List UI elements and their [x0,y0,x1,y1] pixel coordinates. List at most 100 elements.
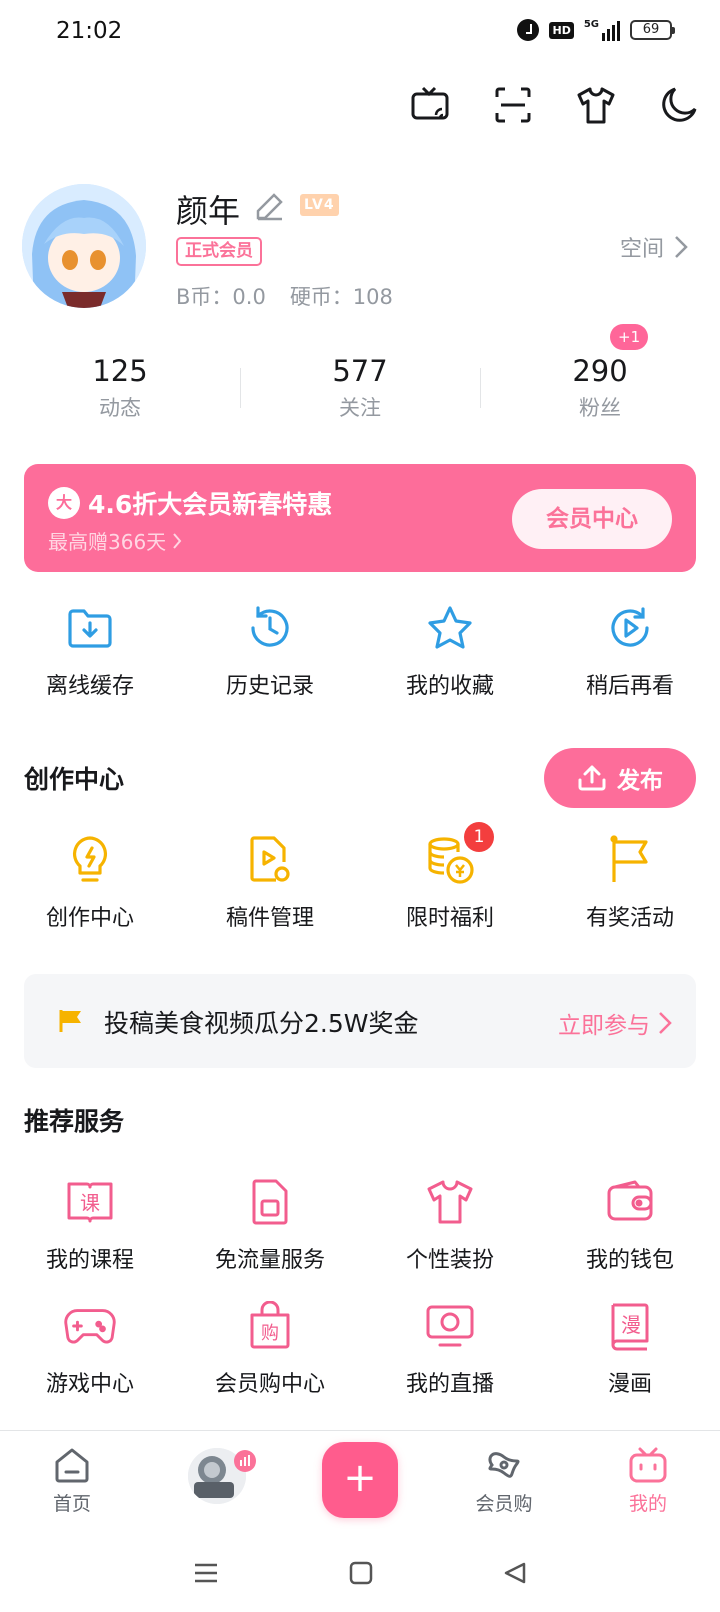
vip-banner-subtitle: 最高赠366天 [48,526,182,555]
history-label: 历史记录 [225,674,314,699]
coin-balance: 硬币：108 [289,285,393,309]
nav-mall[interactable]: 会员购 [432,1431,576,1538]
edit-icon[interactable] [254,190,286,222]
stat-value: 290 [572,354,628,388]
limited-benefits-button[interactable]: 限时福利 1 [360,822,540,932]
comic-button[interactable]: 漫 漫画 [540,1300,720,1398]
night-mode-icon[interactable] [658,84,700,126]
stat-value: 125 [92,354,148,388]
watch-later-button[interactable]: 稍后再看 [540,602,720,700]
wallet-button[interactable]: 我的钱包 [540,1176,720,1274]
favorites-button[interactable]: 我的收藏 [360,602,540,700]
limited-benefits-label: 限时福利 [405,906,494,931]
vip-banner-title: 4.6折大会员新春特惠 [88,490,333,519]
stat-label: 关注 [339,396,381,420]
game-center-label: 游戏中心 [45,1372,134,1397]
my-courses-label: 我的课程 [45,1248,134,1273]
flag-icon [59,1010,81,1032]
promo-join-link[interactable]: 立即参与 [558,1006,672,1040]
live-tv-icon [424,1300,476,1352]
nav-mine[interactable]: 我的 [576,1431,720,1538]
stat-label: 粉丝 [579,396,621,420]
reward-activity-label: 有奖活动 [585,906,674,931]
signal-icon: 5G [584,19,620,41]
manuscript-label: 稿件管理 [225,906,314,931]
chevron-right-icon [675,236,688,258]
watch-later-label: 稍后再看 [585,674,674,699]
publish-button[interactable]: 发布 [544,748,696,808]
chevron-right-icon [659,1012,672,1034]
services-section-title: 推荐服务 [24,1107,125,1136]
system-nav [0,1538,720,1612]
my-live-button[interactable]: 我的直播 [360,1300,540,1398]
status-time: 21:02 [56,18,123,44]
stat-fans[interactable]: 290 粉丝 [480,340,720,440]
vip-tag[interactable]: 正式会员 [176,237,262,266]
my-live-label: 我的直播 [405,1372,494,1397]
nav-home-label: 首页 [52,1493,91,1515]
promo-banner[interactable]: 投稿美食视频瓜分2.5W奖金 立即参与 [24,974,696,1068]
skin-icon[interactable] [575,84,617,126]
dress-up-button[interactable]: 个性装扮 [360,1176,540,1274]
services-row-2: 游戏中心 购 会员购中心 我的直播 漫 漫画 [0,1300,720,1398]
network-type: 5G [583,19,599,30]
alarm-icon [517,19,540,41]
stat-value: 577 [332,354,388,388]
reward-activity-button[interactable]: 有奖活动 [540,834,720,932]
tshirt-icon [424,1176,476,1228]
vip-banner[interactable]: 大 4.6折大会员新春特惠 最高赠366天 会员中心 [24,464,696,572]
creation-center-label: 创作中心 [45,906,134,931]
my-courses-button[interactable]: 课 我的课程 [0,1176,180,1274]
scan-icon[interactable] [492,84,534,126]
comic-book-icon: 漫 [604,1300,656,1352]
home-icon [52,1445,92,1485]
publish-plus-button[interactable]: + [322,1442,398,1518]
level-badge: LV4 [300,194,339,216]
wallet-icon [604,1176,656,1228]
game-center-button[interactable]: 游戏中心 [0,1300,180,1398]
star-icon [424,602,476,654]
offline-cache-label: 离线缓存 [45,674,134,699]
tv-mine-icon [628,1445,668,1485]
vip-icon: 大 [48,487,80,519]
home-square-icon[interactable] [349,1561,373,1589]
manuscript-button[interactable]: 稿件管理 [180,834,360,932]
favorites-label: 我的收藏 [405,674,494,699]
coin-info: B币：0.0 硬币：108 [176,281,393,311]
services-row-1: 课 我的课程 免流量服务 个性装扮 我的钱包 [0,1176,720,1274]
vip-center-button[interactable]: 会员中心 [512,489,672,549]
bcoin-balance: B币：0.0 [176,285,266,309]
sim-card-icon [244,1176,296,1228]
shopping-bag-icon: 购 [244,1300,296,1352]
data-free-button[interactable]: 免流量服务 [180,1176,360,1274]
offline-cache-button[interactable]: 离线缓存 [0,602,180,700]
new-fans-badge: +1 [610,324,649,350]
shop-icon-char: 购 [261,1323,279,1344]
history-icon [244,602,296,654]
manuscript-icon [244,834,296,886]
promo-join-label: 立即参与 [558,1013,650,1039]
battery-icon: 69 [630,20,675,40]
space-link[interactable]: 空间 [620,231,688,263]
dress-up-label: 个性装扮 [405,1248,494,1273]
menu-icon[interactable] [193,1561,219,1589]
creation-section-title: 创作中心 [24,765,125,794]
nav-home[interactable]: 首页 [0,1431,144,1538]
stat-following[interactable]: 577 关注 [240,340,480,440]
chevron-right-icon [173,532,182,549]
back-icon[interactable] [503,1561,527,1589]
stats-row: 125 动态 577 关注 290 粉丝 [0,340,720,440]
history-button[interactable]: 历史记录 [180,602,360,700]
avatar[interactable] [22,184,146,308]
vip-shop-button[interactable]: 购 会员购中心 [180,1300,360,1398]
status-icons: HD 5G 69 [517,19,675,41]
cast-icon[interactable] [409,84,451,126]
course-icon: 课 [64,1176,116,1228]
course-icon-char: 课 [80,1191,100,1215]
top-actions [409,84,700,126]
status-bar: 21:02 HD 5G 69 [0,0,720,66]
user-name[interactable]: 颜年 [176,186,240,232]
nav-mine-label: 我的 [628,1493,667,1515]
creation-center-button[interactable]: 创作中心 [0,834,180,932]
stat-dynamics[interactable]: 125 动态 [0,340,240,440]
